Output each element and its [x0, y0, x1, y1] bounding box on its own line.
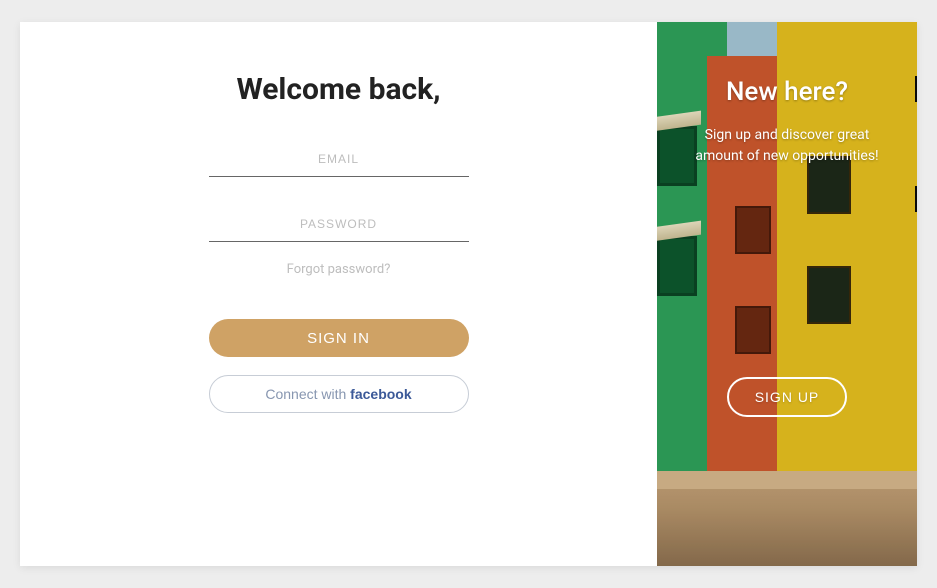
password-field[interactable]	[209, 207, 469, 242]
facebook-connect-button[interactable]: Connect with facebook	[209, 375, 469, 413]
signin-button[interactable]: SIGN IN	[209, 319, 469, 357]
signup-title: New here?	[726, 77, 848, 107]
login-panel: Welcome back, Forgot password? SIGN IN C…	[20, 22, 657, 566]
email-field[interactable]	[209, 142, 469, 177]
auth-container: Welcome back, Forgot password? SIGN IN C…	[20, 22, 917, 566]
forgot-password-link[interactable]: Forgot password?	[287, 262, 391, 277]
signup-panel: New here? Sign up and discover great amo…	[657, 22, 917, 566]
facebook-prefix: Connect with	[265, 386, 350, 402]
login-form: Forgot password? SIGN IN Connect with fa…	[209, 142, 469, 413]
signup-button[interactable]: SIGN UP	[727, 377, 848, 417]
facebook-brand: facebook	[350, 386, 411, 402]
login-title: Welcome back,	[236, 72, 440, 107]
signup-subtitle: Sign up and discover great amount of new…	[681, 125, 893, 167]
